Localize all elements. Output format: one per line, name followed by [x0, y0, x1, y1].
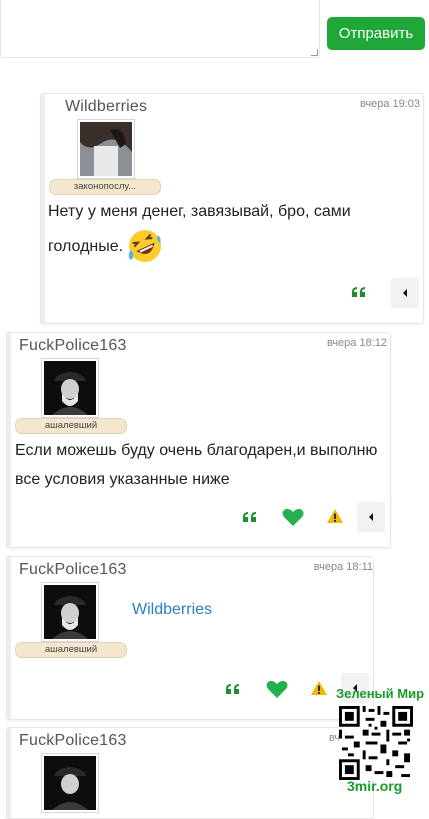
avatar[interactable] [41, 753, 99, 813]
post-strip [41, 94, 45, 323]
quote-icon [352, 287, 365, 297]
post-time: вчера 18:12 [326, 337, 387, 349]
user-rank-badge: законопослу... [49, 179, 161, 195]
qr-code-icon [339, 706, 413, 780]
reply-textarea[interactable] [0, 0, 320, 58]
avatar-image [44, 585, 96, 639]
post-strip [7, 333, 11, 547]
quote-button[interactable] [238, 505, 262, 529]
post-text-line: голодные. [48, 227, 418, 265]
avatar-image [80, 122, 132, 176]
post-card: FuckPolice163 вчера 18:12 ашалевший Если… [6, 332, 391, 548]
report-button[interactable] [323, 504, 347, 528]
post-author[interactable]: Wildberries [65, 98, 147, 116]
avatar[interactable] [41, 358, 99, 418]
post-author[interactable]: FuckPolice163 [19, 337, 127, 355]
post-menu-button[interactable] [391, 278, 419, 308]
post-author[interactable]: FuckPolice163 [19, 561, 127, 579]
post-text-fragment: голодные. [48, 237, 124, 255]
watermark-url: 3mir.org [347, 778, 403, 794]
resize-grip[interactable] [311, 49, 318, 56]
report-button[interactable] [307, 676, 331, 700]
caret-left-icon [403, 289, 407, 297]
quote-button[interactable] [347, 280, 371, 304]
avatar[interactable] [77, 119, 135, 179]
caret-left-icon [369, 513, 373, 521]
post-card: Wildberries вчера 19:03 законопослу... Н… [40, 93, 424, 324]
post-author[interactable]: FuckPolice163 [19, 732, 127, 750]
post-strip [7, 728, 11, 818]
post-card: FuckPolice163 вч [6, 727, 374, 819]
post-text-line: все условия указанные ниже [15, 471, 230, 488]
user-rank-badge: ашалевший [15, 418, 127, 434]
heart-icon [266, 680, 288, 698]
post-text: Если можешь буду очень благодарен,и выпо… [15, 436, 387, 494]
post-text-line: Если можешь буду очень благодарен,и выпо… [15, 442, 378, 459]
user-rank-badge: ашалевший [15, 642, 127, 658]
quoted-user-link[interactable]: Wildberries [132, 601, 212, 619]
quote-icon [226, 684, 239, 694]
like-button[interactable] [264, 677, 290, 701]
like-button[interactable] [280, 505, 306, 529]
watermark-title: Зеленый Мир [336, 686, 425, 701]
laughing-emoji-icon [128, 230, 162, 262]
quote-button[interactable] [221, 677, 245, 701]
quote-icon [243, 512, 256, 522]
avatar-image [44, 756, 96, 810]
post-strip [7, 557, 11, 719]
heart-icon [282, 508, 304, 526]
post-card: FuckPolice163 вчера 18:11 ашалевший Wild… [6, 556, 374, 720]
post-menu-button[interactable] [357, 502, 385, 532]
post-text-line: Нету у меня денег, завязывай, бро, сами [48, 203, 351, 220]
post-time: вчера 18:11 [313, 561, 373, 573]
warning-icon [327, 509, 343, 523]
send-button[interactable]: Отправить [327, 17, 425, 50]
warning-icon [311, 681, 327, 695]
post-text: Нету у меня денег, завязывай, бро, сами … [48, 196, 418, 265]
avatar[interactable] [41, 582, 99, 642]
post-time: вчера 19:03 [359, 98, 420, 110]
avatar-image [44, 361, 96, 415]
